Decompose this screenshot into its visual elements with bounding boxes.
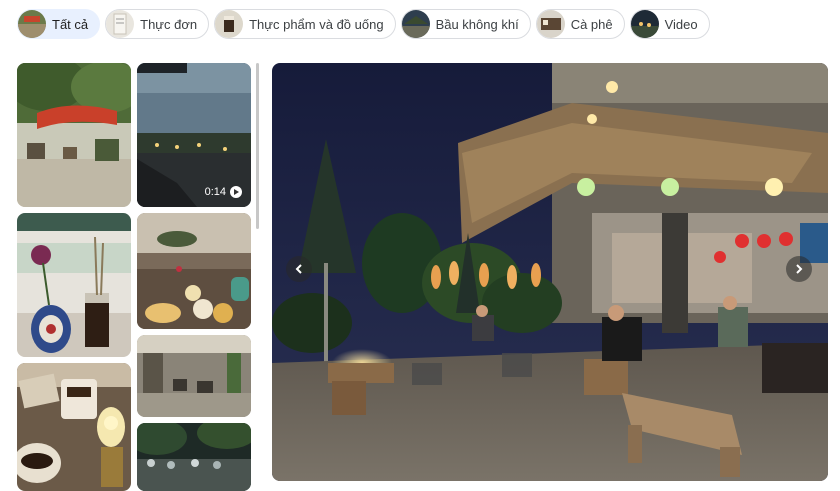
photo-thumbnail-food-table[interactable] — [137, 213, 251, 329]
play-icon — [230, 186, 242, 198]
grid-scrollbar[interactable] — [256, 63, 259, 229]
chip-label: Video — [664, 16, 698, 32]
chip-thumbnail-menu — [106, 10, 135, 38]
photo-thumbnail-grid: 0:14 — [17, 63, 251, 491]
filter-chip-menu[interactable]: Thực đơn — [105, 9, 210, 39]
main-photo-rooftop-cafe-night — [272, 63, 828, 481]
chip-label: Tất cả — [52, 16, 89, 32]
photo-thumbnail-garden[interactable] — [17, 63, 131, 207]
chip-label: Bầu không khí — [435, 16, 519, 32]
filter-chip-all[interactable]: Tất cả — [17, 9, 101, 39]
chip-label: Cà phê — [570, 16, 613, 32]
photo-thumbnail-coffee-lamp[interactable] — [17, 363, 131, 491]
photo-thumbnail-video-night-view[interactable]: 0:14 — [137, 63, 251, 207]
filter-chip-video[interactable]: Video — [629, 9, 710, 39]
chevron-left-icon — [295, 264, 302, 274]
chevron-right-icon — [796, 264, 803, 274]
photo-filter-chips: Tất cả Thực đơn Thực phẩm và đồ uống Bầu… — [17, 9, 710, 39]
chip-thumbnail-coffee — [536, 10, 565, 38]
photo-thumbnail-indoor-hall[interactable] — [137, 335, 251, 417]
previous-photo-button[interactable] — [286, 256, 312, 282]
photo-thumbnail-flower-coffee[interactable] — [17, 213, 131, 357]
video-duration-badge: 0:14 — [205, 186, 242, 198]
chip-thumbnail-food-drink — [215, 10, 244, 38]
filter-chip-coffee[interactable]: Cà phê — [535, 9, 625, 39]
chip-label: Thực đơn — [140, 16, 198, 32]
photo-viewer — [272, 63, 828, 481]
chip-label: Thực phẩm và đồ uống — [249, 16, 384, 32]
chip-thumbnail-atmosphere — [401, 10, 430, 38]
photo-thumbnail-night-crowd[interactable] — [137, 423, 251, 491]
chip-thumbnail-video — [630, 10, 659, 38]
chip-thumbnail-all — [18, 10, 46, 38]
next-photo-button[interactable] — [786, 256, 812, 282]
filter-chip-food-drink[interactable]: Thực phẩm và đồ uống — [214, 9, 396, 39]
video-duration: 0:14 — [204, 186, 226, 198]
filter-chip-atmosphere[interactable]: Bầu không khí — [400, 9, 531, 39]
